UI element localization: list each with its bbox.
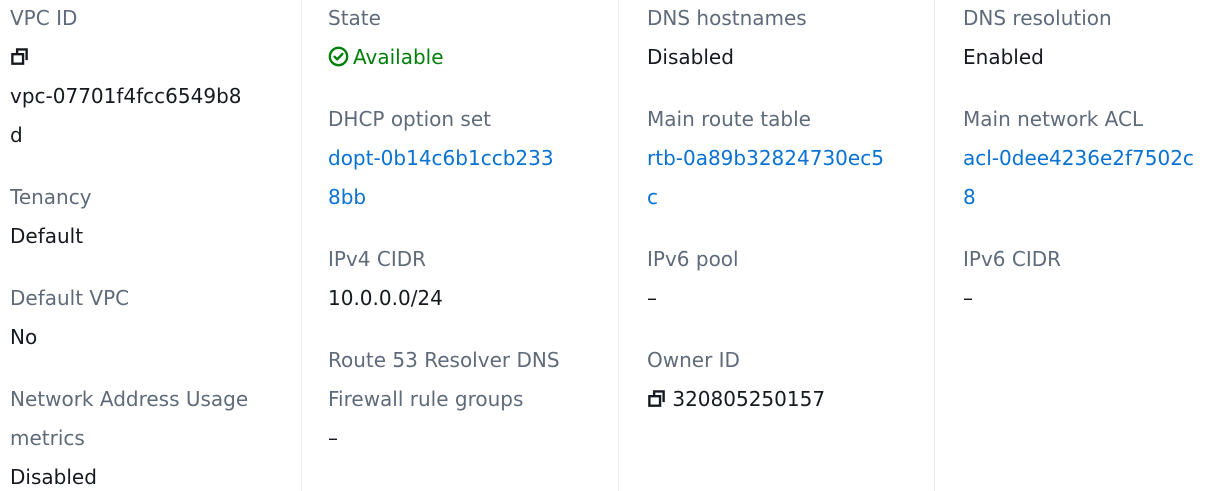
copy-vpc-id-row [10, 38, 295, 77]
network-address-usage-label: Network Address Usage [10, 387, 249, 411]
dhcp-option-set-label: DHCP option set [328, 107, 491, 131]
details-column-4: DNS resolution Enabled Main network ACL … [963, 0, 1227, 490]
vpc-id-label: VPC ID [10, 6, 78, 30]
tenancy-label: Tenancy [10, 185, 92, 209]
ipv6-cidr-value: – [963, 286, 973, 310]
ipv6-pool-label: IPv6 pool [647, 247, 739, 271]
ipv6-pool-value: – [647, 286, 657, 310]
dns-hostnames-label: DNS hostnames [647, 6, 807, 30]
vpc-id-value: vpc-07701f4fcc6549b8 [10, 84, 242, 108]
route53-resolver-label: Route 53 Resolver DNS [328, 348, 560, 372]
status-badge: Available [328, 38, 613, 77]
column-divider [301, 0, 302, 491]
route53-resolver-label-cont: Firewall rule groups [328, 387, 524, 411]
main-route-table-link[interactable]: rtb-0a89b32824730ec5 [647, 139, 927, 178]
state-value: Available [353, 45, 444, 69]
details-column-1: VPC ID vpc-07701f4fcc6549b8 d Tenancy De… [10, 0, 295, 490]
main-route-table-label: Main route table [647, 107, 811, 131]
dns-resolution-label: DNS resolution [963, 6, 1112, 30]
details-column-2: State Available DHCP option set dopt-0b1… [328, 0, 613, 490]
main-route-table-link-cont[interactable]: c [647, 178, 927, 217]
ipv6-cidr-label: IPv6 CIDR [963, 247, 1062, 271]
vpc-id-value-cont: d [10, 123, 23, 147]
main-network-acl-link[interactable]: acl-0dee4236e2f7502c [963, 139, 1227, 178]
default-vpc-label: Default VPC [10, 286, 130, 310]
network-address-usage-value: Disabled [10, 465, 97, 489]
owner-id-label: Owner ID [647, 348, 740, 372]
owner-id-value: 320805250157 [672, 387, 826, 411]
copy-icon[interactable] [10, 47, 29, 66]
route53-resolver-value: – [328, 426, 338, 450]
dhcp-option-set-link-cont[interactable]: 8bb [328, 178, 613, 217]
copy-icon[interactable] [647, 389, 666, 408]
state-label: State [328, 6, 381, 30]
ipv4-cidr-label: IPv4 CIDR [328, 247, 427, 271]
dns-resolution-value: Enabled [963, 45, 1044, 69]
dns-hostnames-value: Disabled [647, 45, 734, 69]
details-column-3: DNS hostnames Disabled Main route table … [647, 0, 927, 490]
vpc-details-panel: VPC ID vpc-07701f4fcc6549b8 d Tenancy De… [0, 0, 1227, 491]
dhcp-option-set-link[interactable]: dopt-0b14c6b1ccb233 [328, 139, 613, 178]
main-network-acl-label: Main network ACL [963, 107, 1144, 131]
owner-id-row: 320805250157 [647, 380, 927, 419]
main-network-acl-link-cont[interactable]: 8 [963, 178, 1227, 217]
check-circle-icon [328, 46, 349, 67]
column-divider [618, 0, 619, 491]
network-address-usage-label-cont: metrics [10, 426, 85, 450]
ipv4-cidr-value: 10.0.0.0/24 [328, 286, 443, 310]
column-divider [934, 0, 935, 491]
tenancy-value: Default [10, 224, 84, 248]
default-vpc-value: No [10, 325, 38, 349]
